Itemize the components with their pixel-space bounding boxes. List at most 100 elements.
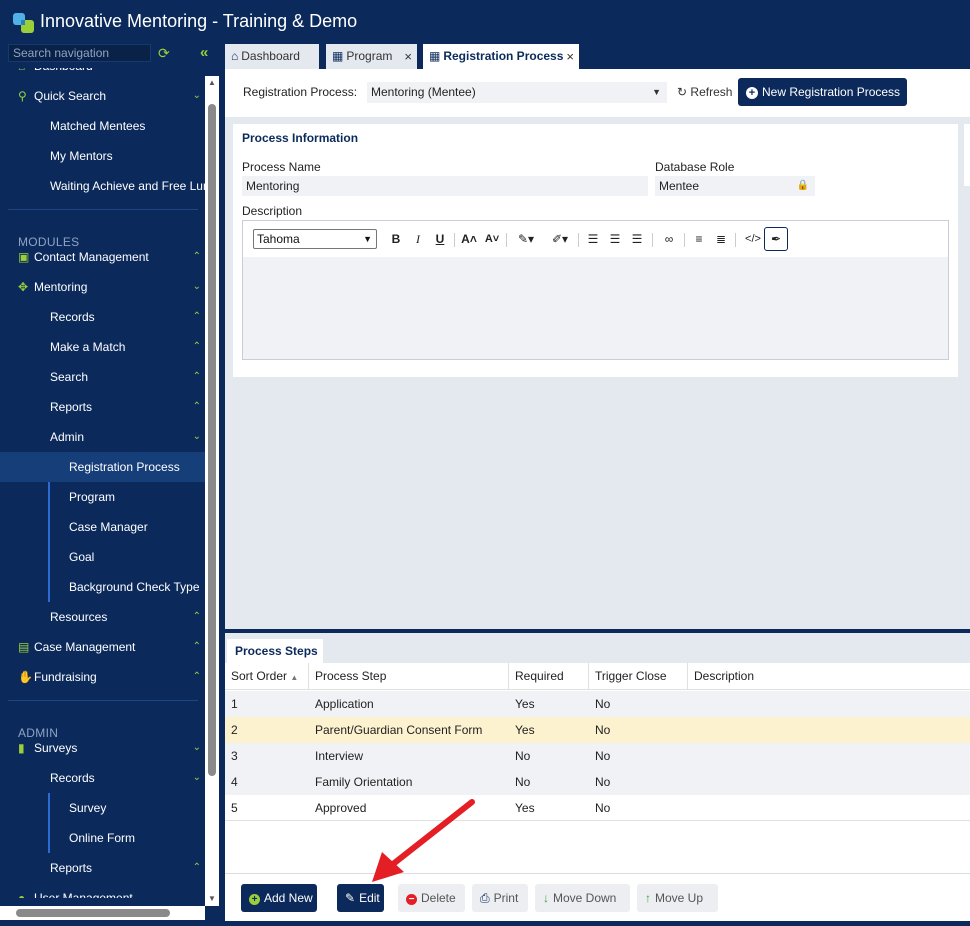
table-icon: ▦: [332, 49, 344, 63]
cell-required: Yes: [515, 723, 535, 737]
sidebar-item-goal[interactable]: Goal: [0, 542, 205, 572]
sidebar-item-make-a-match[interactable]: Make a Match ⌃: [0, 332, 205, 362]
contact-card-icon: ▣: [18, 250, 30, 264]
sidebar-item-mentoring[interactable]: ✥ Mentoring ⌄: [0, 272, 205, 302]
font-family-select[interactable]: Tahoma ▼: [253, 229, 377, 249]
text-color-icon[interactable]: ✎▾: [515, 229, 537, 249]
column-header-description[interactable]: Description: [688, 663, 970, 690]
column-header-sort-order[interactable]: Sort Order ▲: [225, 663, 309, 690]
align-center-icon[interactable]: ☰: [608, 229, 622, 249]
italic-icon[interactable]: I: [411, 229, 425, 249]
sidebar-item-resources[interactable]: Resources ⌃: [0, 602, 205, 632]
sidebar-item-dashboard[interactable]: ⌂ Dashboard: [0, 68, 205, 81]
tab-program[interactable]: ▦ Program ×: [326, 44, 417, 69]
print-button[interactable]: ⎙ Print: [472, 884, 528, 912]
sidebar-item-surveys[interactable]: ▮ Surveys ⌄: [0, 733, 205, 763]
refresh-icon[interactable]: ⟳: [158, 45, 172, 61]
app-title: Innovative Mentoring - Training & Demo: [40, 11, 358, 31]
close-icon[interactable]: ×: [404, 44, 412, 69]
sidebar-item-contact-management[interactable]: ▣ Contact Management ⌃: [0, 242, 205, 272]
sidebar-item-program[interactable]: Program: [0, 482, 205, 512]
table-row[interactable]: 1 Application Yes No: [225, 691, 970, 717]
cell-process-step: Interview: [315, 749, 364, 763]
sidebar-item-reports[interactable]: Reports ⌃: [0, 392, 205, 422]
scroll-down-icon[interactable]: ▼: [208, 894, 216, 903]
table-row[interactable]: 3 Interview No No: [225, 743, 970, 769]
scroll-up-icon[interactable]: ▲: [208, 78, 216, 87]
sidebar-item-waiting-achieve[interactable]: Waiting Achieve and Free Lunch: [0, 171, 205, 201]
sidebar-item-registration-process[interactable]: Registration Process: [0, 452, 205, 482]
move-up-button[interactable]: ↑ Move Up: [637, 884, 718, 912]
sidebar-item-case-manager[interactable]: Case Manager: [0, 512, 205, 542]
sidebar-item-survey-records[interactable]: Records ⌄: [0, 763, 205, 793]
cell-sort-order: 5: [231, 801, 238, 815]
sidebar-item-online-form[interactable]: Online Form: [0, 823, 205, 853]
table-row[interactable]: 4 Family Orientation No No: [225, 769, 970, 795]
delete-button[interactable]: − Delete: [398, 884, 465, 912]
sidebar-item-user-management[interactable]: ● User Management: [0, 883, 205, 898]
sidebar-item-search[interactable]: Search ⌃: [0, 362, 205, 392]
nav-search-input[interactable]: Search navigation: [8, 44, 151, 62]
tab-dashboard[interactable]: ⌂ Dashboard: [225, 44, 319, 69]
sidebar-item-records[interactable]: Records ⌃: [0, 302, 205, 332]
align-right-icon[interactable]: ☰: [630, 229, 644, 249]
sidebar-item-admin[interactable]: Admin ⌄: [0, 422, 205, 452]
add-new-button[interactable]: + Add New: [241, 884, 317, 912]
chevron-up-icon: ⌃: [192, 371, 201, 382]
tab-process-steps[interactable]: Process Steps: [227, 639, 323, 663]
tab-registration-process[interactable]: ▦ Registration Process ×: [423, 44, 579, 69]
cell-trigger-close: No: [595, 775, 611, 789]
move-down-button[interactable]: ↓ Move Down: [535, 884, 630, 912]
app-header: Innovative Mentoring - Training & Demo: [0, 0, 970, 44]
bold-icon[interactable]: B: [389, 229, 403, 249]
home-icon: ⌂: [18, 68, 30, 81]
font-size-decrease-icon[interactable]: A˅: [483, 229, 501, 249]
process-steps-panel: Process Steps Sort Order ▲ Process Step …: [225, 633, 970, 921]
sidebar-item-fundraising[interactable]: ✋ Fundraising ⌃: [0, 662, 205, 692]
edit-button[interactable]: ✎ Edit: [337, 884, 384, 912]
sidebar-item-survey[interactable]: Survey: [0, 793, 205, 823]
sidebar-horizontal-scrollbar[interactable]: [0, 906, 205, 920]
registration-process-label: Registration Process:: [243, 85, 358, 99]
ordered-list-icon[interactable]: ≡: [692, 229, 706, 249]
column-header-required[interactable]: Required: [509, 663, 589, 690]
description-text-area[interactable]: [243, 257, 948, 359]
hand-coin-icon: ✋: [18, 670, 33, 684]
cell-process-step: Application: [315, 697, 374, 711]
app-logo-icon: [13, 13, 34, 33]
toolbar-divider: [684, 233, 685, 247]
collapse-sidebar-icon[interactable]: «: [200, 44, 218, 62]
refresh-button[interactable]: ↻ Refresh: [677, 85, 732, 99]
link-icon[interactable]: ∞: [661, 229, 677, 249]
table-row[interactable]: 5 Approved Yes No: [225, 795, 970, 821]
sidebar-item-case-management[interactable]: ▤ Case Management ⌃: [0, 632, 205, 662]
sidebar-item-matched-mentees[interactable]: Matched Mentees: [0, 111, 205, 141]
home-icon: ⌂: [231, 49, 239, 63]
sidebar-item-my-mentors[interactable]: My Mentors: [0, 141, 205, 171]
main-panel: Registration Process: Mentoring (Mentee)…: [225, 69, 970, 631]
column-header-process-step[interactable]: Process Step: [309, 663, 509, 690]
registration-process-select[interactable]: Mentoring (Mentee) ▼: [367, 82, 667, 103]
align-left-icon[interactable]: ☰: [586, 229, 600, 249]
process-name-field[interactable]: Mentoring: [242, 176, 648, 196]
new-registration-process-button[interactable]: + New Registration Process: [738, 78, 907, 106]
html-source-icon[interactable]: </>: [743, 229, 763, 249]
close-icon[interactable]: ×: [566, 44, 574, 69]
scrollbar-thumb[interactable]: [208, 104, 216, 776]
highlight-color-icon[interactable]: ✐▾: [549, 229, 571, 249]
column-header-trigger-close[interactable]: Trigger Close: [589, 663, 688, 690]
sidebar-item-quick-search[interactable]: ⚲ Quick Search ⌄: [0, 81, 205, 111]
toolbar-divider: [578, 233, 579, 247]
underline-icon[interactable]: U: [433, 229, 447, 249]
unordered-list-icon[interactable]: ≣: [714, 229, 728, 249]
sidebar-item-background-check-type[interactable]: Background Check Type: [0, 572, 205, 602]
scrollbar-thumb[interactable]: [16, 909, 170, 917]
sidebar-item-survey-reports[interactable]: Reports ⌃: [0, 853, 205, 883]
font-size-increase-icon[interactable]: A˄: [460, 229, 478, 249]
sidebar: Search navigation ⟳ « ⌂ Dashboard ⚲ Quic…: [0, 44, 221, 926]
table-row-selected[interactable]: 2 Parent/Guardian Consent Form Yes No: [225, 717, 970, 743]
cell-sort-order: 3: [231, 749, 238, 763]
clear-formatting-icon[interactable]: ✒: [764, 227, 788, 251]
nav-tree: ⌂ Dashboard ⚲ Quick Search ⌄ Matched Men…: [0, 68, 205, 898]
sidebar-vertical-scrollbar[interactable]: ▲ ▼: [205, 76, 219, 906]
